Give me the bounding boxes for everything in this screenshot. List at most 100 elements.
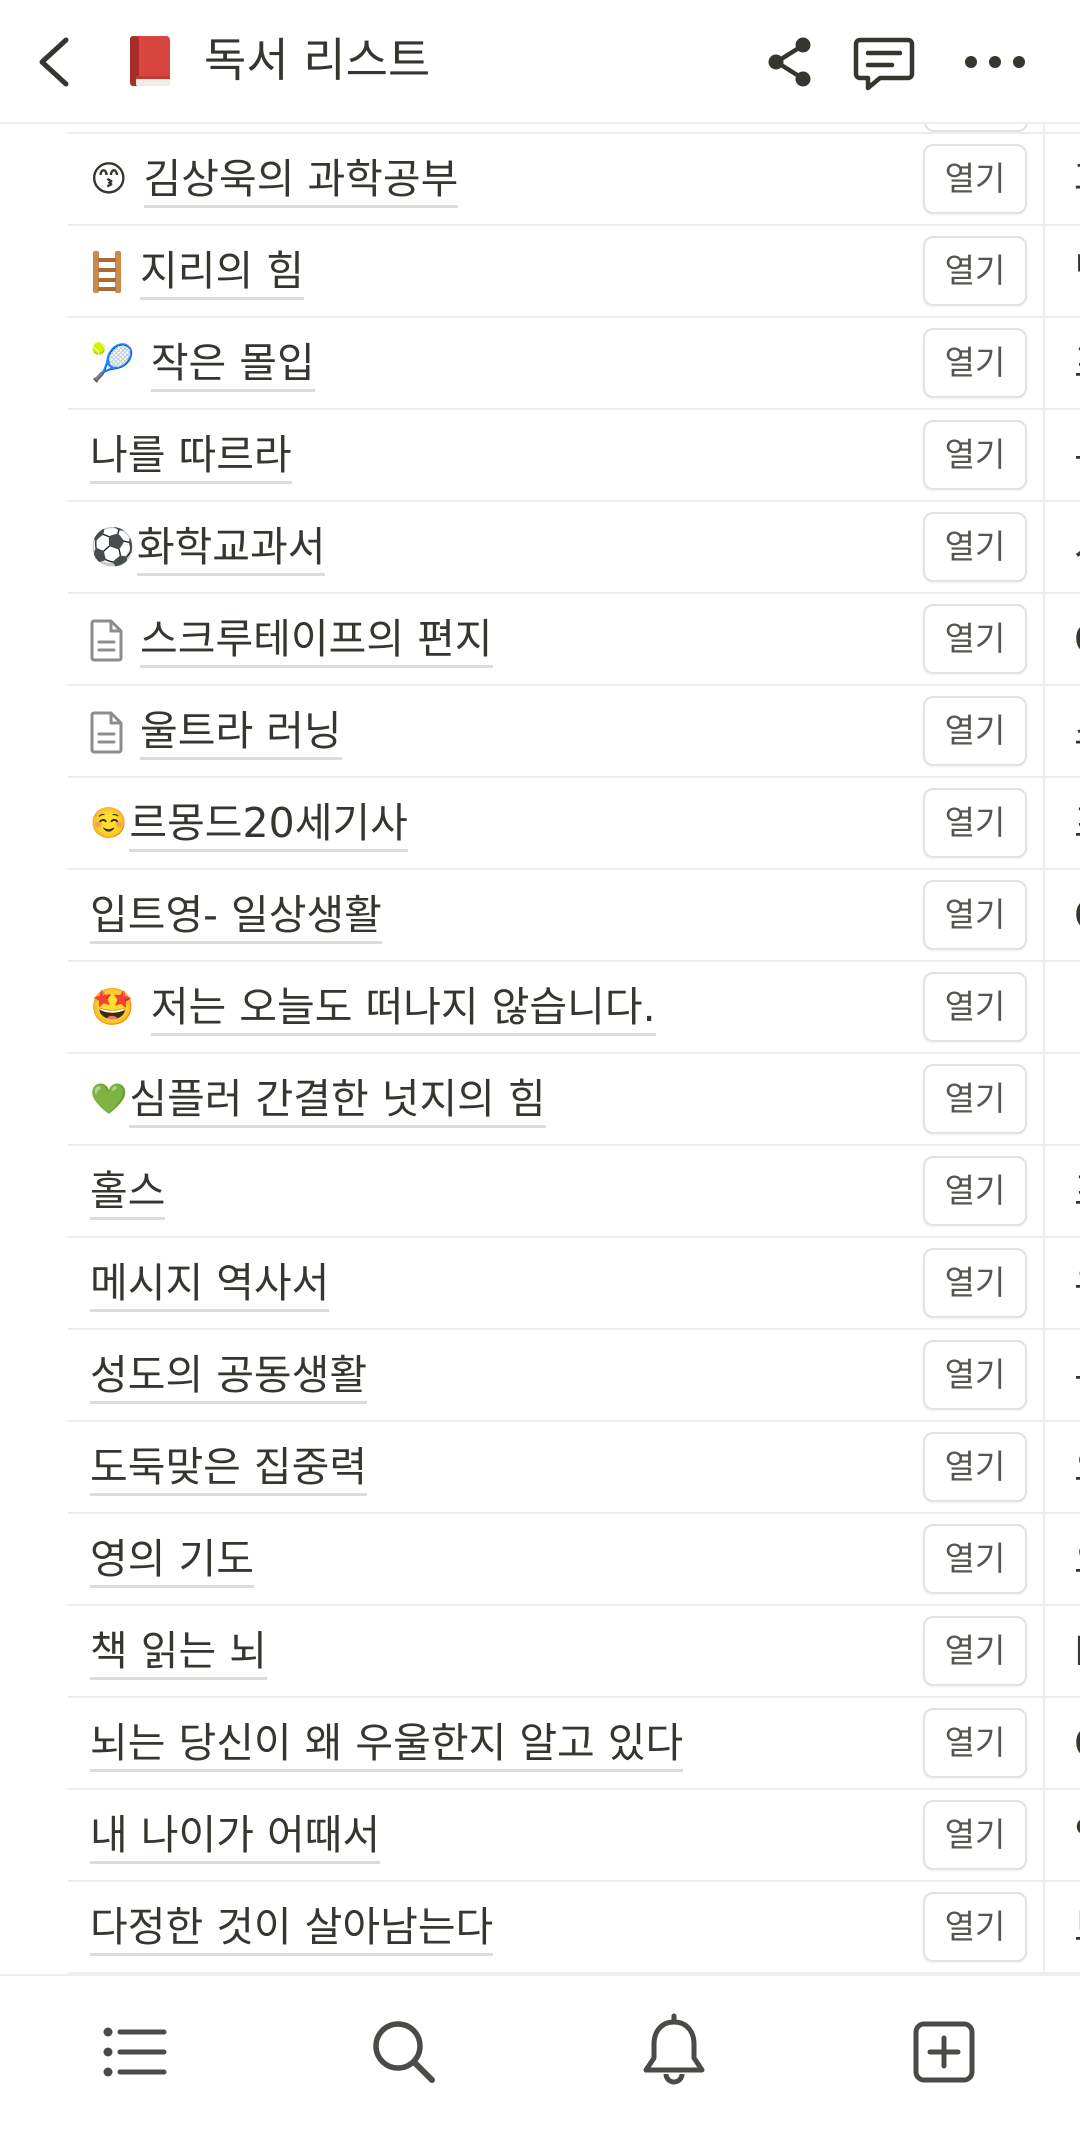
open-button[interactable]: 열기 <box>923 696 1027 766</box>
row-title-cell[interactable]: 도둑맞은 집중력 <box>90 1441 368 1496</box>
open-button[interactable]: 열기 <box>923 328 1027 398</box>
row-title-text[interactable]: 저는 오늘도 떠나지 않습니다. <box>150 981 656 1036</box>
open-button[interactable]: 열기 <box>923 1064 1027 1134</box>
open-button[interactable]: 열기 <box>923 512 1027 582</box>
row-title-text[interactable]: 김상욱의 과학공부 <box>143 153 459 208</box>
list-icon <box>103 2027 167 2077</box>
table-row[interactable]: 책 읽는 뇌 열기 D <box>68 1606 1080 1698</box>
row-title-text[interactable]: 영의 기도 <box>90 1533 254 1588</box>
row-title-text[interactable]: 지리의 힘 <box>140 245 304 300</box>
open-button[interactable]: 열기 <box>923 1524 1027 1594</box>
table-row[interactable]: 💚 심플러 간결한 넛지의 힘 열기 <box>68 1054 1080 1146</box>
row-title-cell[interactable]: 내 나이가 어때서 <box>90 1809 381 1864</box>
open-button[interactable]: 열기 <box>923 1708 1027 1778</box>
row-title-text[interactable]: 도둑맞은 집중력 <box>90 1441 368 1496</box>
table-row[interactable]: 🎾 작은 몰입 열기 프 <box>68 318 1080 410</box>
row-title-cell[interactable]: ☺️ 르몽드20세기사 <box>90 797 408 852</box>
row-title-cell[interactable]: 나를 따르라 <box>90 429 292 484</box>
row-title-text[interactable]: 성도의 공동생활 <box>90 1349 368 1404</box>
row-title-text[interactable]: 뇌는 당신이 왜 우울한지 알고 있다 <box>90 1717 684 1772</box>
more-icon <box>965 56 1025 68</box>
open-button[interactable]: 열기 <box>923 604 1027 674</box>
row-title-cell[interactable]: 홀스 <box>90 1165 166 1220</box>
row-title-text[interactable]: 심플러 간결한 넛지의 힘 <box>129 1073 546 1128</box>
table-row[interactable]: 메시지 역사서 열기 우 <box>68 1238 1080 1330</box>
row-title-cell[interactable]: 뇌는 당신이 왜 우울한지 알고 있다 <box>90 1717 684 1772</box>
table-row[interactable]: 성도의 공동생활 열기 본 <box>68 1330 1080 1422</box>
table-row[interactable]: 영의 기도 열기 오 <box>68 1514 1080 1606</box>
row-title-cell[interactable]: ⚽ 화학교과서 <box>90 521 326 576</box>
row-title-cell[interactable]: 영의 기도 <box>90 1533 254 1588</box>
row-title-cell[interactable]: 메시지 역사서 <box>90 1257 330 1312</box>
row-title-text[interactable]: 홀스 <box>90 1165 166 1220</box>
open-button[interactable]: 열기 <box>923 1892 1027 1962</box>
open-button[interactable]: 열기 <box>923 420 1027 490</box>
row-title-text[interactable]: 르몽드20세기사 <box>129 797 408 852</box>
row-title-cell[interactable]: 책 읽는 뇌 <box>90 1625 267 1680</box>
table-row[interactable]: 🤩 저는 오늘도 떠나지 않습니다. 열기 <box>68 962 1080 1054</box>
row-title-cell[interactable]: 울트라 러닝 <box>90 705 342 760</box>
open-button[interactable]: 열기 <box>923 880 1027 950</box>
next-column-cell: 프 <box>1070 336 1080 392</box>
row-title-cell[interactable]: 다정한 것이 살아남는다 <box>90 1901 494 1956</box>
table-row[interactable]: 스크루테이프의 편지 열기 C <box>68 594 1080 686</box>
table-row[interactable]: 다정한 것이 살아남는다 열기 브 <box>68 1882 1080 1974</box>
back-chevron-icon <box>39 37 69 87</box>
table-row[interactable]: 도둑맞은 집중력 열기 오 <box>68 1422 1080 1514</box>
row-title-text[interactable]: 울트라 러닝 <box>140 705 342 760</box>
table-row[interactable]: ☺️르몽드20세기사 열기 프 <box>68 778 1080 870</box>
open-button[interactable]: 열기 <box>923 1248 1027 1318</box>
open-button[interactable]: 열기 <box>923 236 1027 306</box>
next-column-text: 팀 <box>1074 244 1080 300</box>
back-button[interactable] <box>28 30 88 94</box>
nav-notifications-button[interactable] <box>634 2012 714 2092</box>
row-title-cell[interactable]: 입트영- 일상생활 <box>90 889 382 944</box>
open-button[interactable]: 열기 <box>923 972 1027 1042</box>
row-title-text[interactable]: 내 나이가 어때서 <box>90 1809 381 1864</box>
nav-new-page-button[interactable] <box>904 2012 984 2092</box>
open-button[interactable]: 열기 <box>923 1432 1027 1502</box>
next-column-cell: 시 <box>1070 520 1080 576</box>
nav-search-button[interactable] <box>364 2012 444 2092</box>
row-title-cell[interactable]: 성도의 공동생활 <box>90 1349 368 1404</box>
row-title-cell[interactable]: 지리의 힘 <box>90 245 304 300</box>
row-title-cell[interactable]: 스크루테이프의 편지 <box>90 613 493 668</box>
row-title-text[interactable]: 다정한 것이 살아남는다 <box>90 1901 494 1956</box>
top-bar: 독서 리스트 <box>0 0 1080 124</box>
row-title-cell[interactable]: 💚 심플러 간결한 넛지의 힘 <box>90 1073 546 1128</box>
open-button[interactable]: 열기 <box>923 144 1027 214</box>
table-row[interactable]: ⚽화학교과서 열기 시 <box>68 502 1080 594</box>
open-button[interactable]: 열기 <box>923 1156 1027 1226</box>
row-title-cell[interactable]: 😙 김상욱의 과학공부 <box>90 153 459 208</box>
row-title-text[interactable]: 작은 몰입 <box>150 337 315 392</box>
open-button[interactable]: 열기 <box>923 788 1027 858</box>
row-title-text[interactable]: 화학교과서 <box>136 521 326 576</box>
row-title-text[interactable]: 책 읽는 뇌 <box>90 1625 267 1680</box>
row-title-text[interactable]: 입트영- 일상생활 <box>90 889 382 944</box>
next-column-cell: C <box>1070 888 1080 944</box>
row-title-text[interactable]: 메시지 역사서 <box>90 1257 330 1312</box>
open-button[interactable]: 열기 <box>923 1800 1027 1870</box>
more-button[interactable] <box>962 30 1028 94</box>
table-row[interactable]: 홀스 열기 프 <box>68 1146 1080 1238</box>
tennis-ball-icon: 🎾 <box>90 343 135 384</box>
nav-sidebar-button[interactable] <box>96 2012 176 2092</box>
table-row[interactable]: 입트영- 일상생활 열기 C <box>68 870 1080 962</box>
row-title-text[interactable]: 나를 따르라 <box>90 429 292 484</box>
row-title-cell[interactable]: 🤩 저는 오늘도 떠나지 않습니다. <box>90 981 656 1036</box>
ladder-icon <box>90 247 124 297</box>
table-row[interactable]: 지리의 힘 열기 팀 <box>68 226 1080 318</box>
share-button[interactable] <box>762 30 818 94</box>
table-row[interactable]: 내 나이가 어때서 열기 임 <box>68 1790 1080 1882</box>
table-row[interactable]: 😙 김상욱의 과학공부 열기 과 <box>68 134 1080 226</box>
open-button[interactable]: 열기 <box>923 1616 1027 1686</box>
row-title-text[interactable]: 스크루테이프의 편지 <box>140 613 493 668</box>
table-row[interactable]: 울트라 러닝 열기 스 <box>68 686 1080 778</box>
row-title-cell[interactable]: 🎾 작은 몰입 <box>90 337 315 392</box>
table-row[interactable]: 나를 따르라 열기 본 <box>68 410 1080 502</box>
next-column-text: 브 <box>1074 1900 1080 1956</box>
closed-book-icon <box>124 32 176 90</box>
open-button[interactable]: 열기 <box>923 1340 1027 1410</box>
comments-button[interactable] <box>852 30 916 94</box>
table-row[interactable]: 뇌는 당신이 왜 우울한지 알고 있다 열기 C <box>68 1698 1080 1790</box>
